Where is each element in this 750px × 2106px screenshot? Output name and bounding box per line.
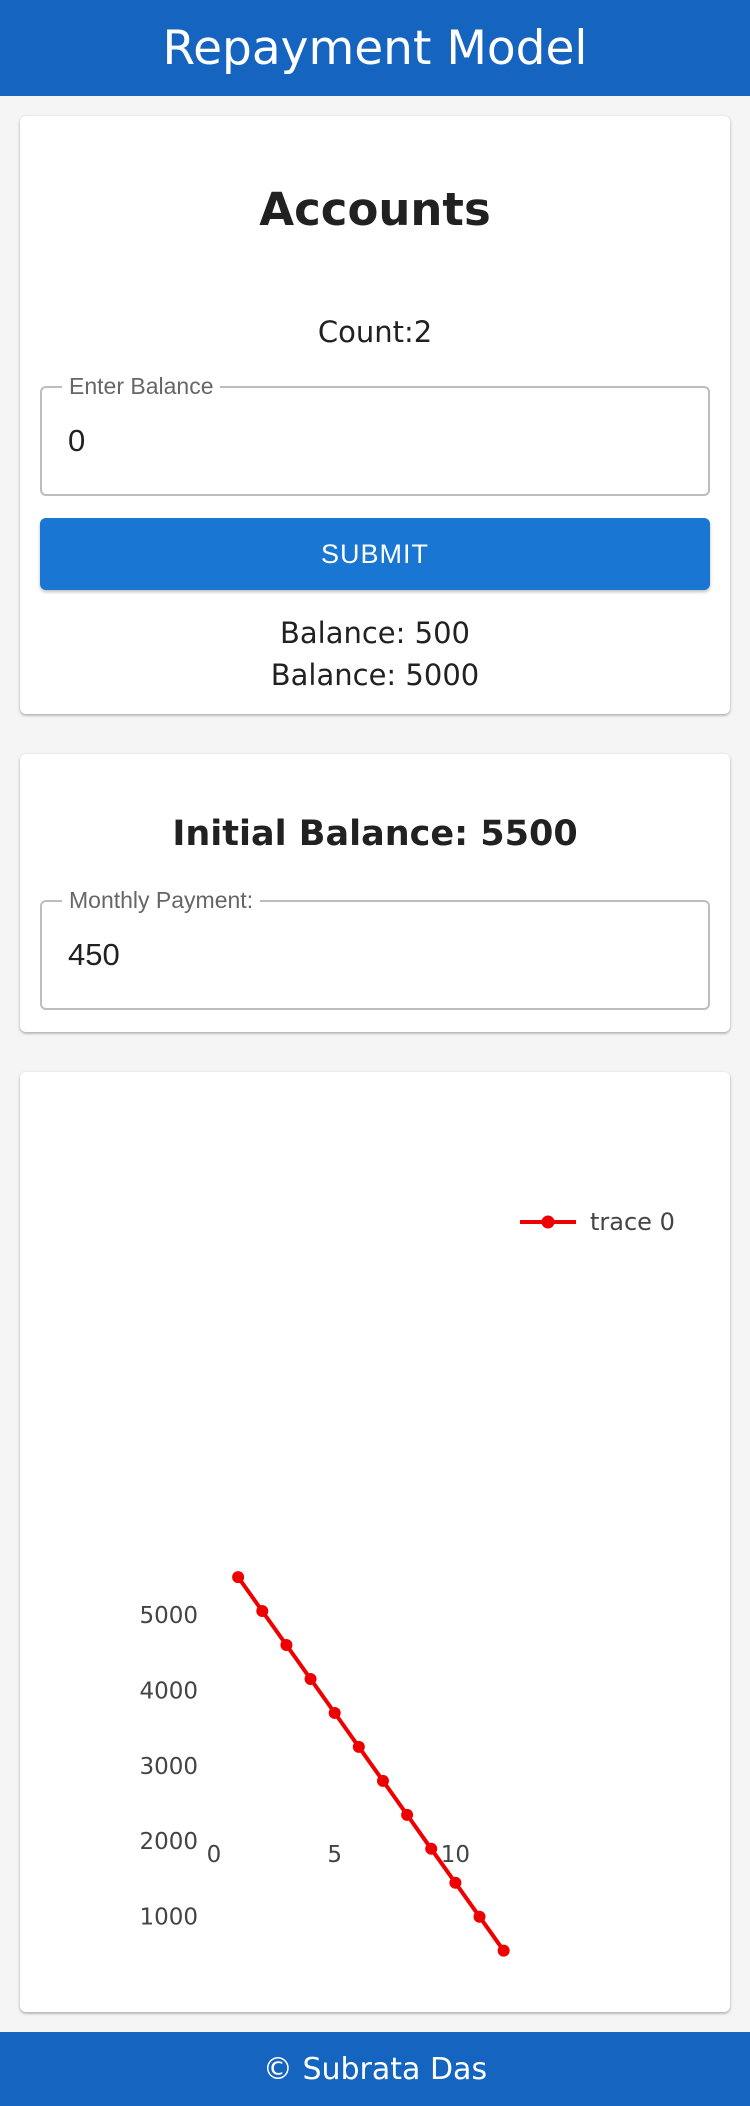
monthly-payment-field[interactable]: Monthly Payment: 450 [40, 887, 710, 1010]
data-point [352, 1740, 365, 1753]
data-point [449, 1876, 462, 1889]
data-point [473, 1910, 486, 1923]
balance-input[interactable]: 0 [68, 388, 85, 494]
y-tick-label: 4000 [139, 1678, 198, 1704]
chart-legend[interactable]: trace 0 [520, 1208, 675, 1236]
app-title: Repayment Model [162, 20, 588, 76]
y-tick-label: 1000 [139, 1905, 198, 1931]
data-point [304, 1672, 317, 1685]
initial-balance-heading: Initial Balance: 5500 [172, 814, 578, 854]
y-tick-label: 2000 [139, 1829, 198, 1855]
data-point [401, 1808, 414, 1821]
monthly-payment-input[interactable]: 450 [68, 902, 120, 1008]
x-tick-label: 0 [207, 1842, 222, 1868]
balance-field-label: Enter Balance [62, 373, 221, 399]
chart-card: 1000 2000 3000 4000 5000 0 5 10 trace 0 [20, 1072, 730, 2012]
data-point [280, 1639, 293, 1652]
y-axis-ticks: 1000 2000 3000 4000 5000 [139, 1603, 198, 1931]
data-point [256, 1605, 269, 1618]
footer: © Subrata Das [0, 2032, 750, 2106]
balance-item: Balance: 500 [279, 616, 470, 650]
balance-list: Balance: 500 Balance: 5000 [20, 612, 730, 696]
data-point [232, 1571, 245, 1584]
repayment-card: Initial Balance: 5500 Monthly Payment: 4… [20, 754, 730, 1032]
series-layer [232, 1571, 510, 1957]
y-tick-label: 5000 [139, 1603, 198, 1629]
accounts-card: Accounts Count:2 Enter Balance 0 SUBMIT … [20, 116, 730, 714]
accounts-title: Accounts [259, 183, 491, 236]
balance-field[interactable]: Enter Balance 0 [40, 373, 710, 496]
app-bar: Repayment Model [0, 0, 750, 96]
data-point [328, 1706, 341, 1719]
account-count: Count:2 [317, 315, 433, 349]
data-point [497, 1944, 510, 1957]
y-tick-label: 3000 [139, 1754, 198, 1780]
x-tick-label: 5 [327, 1842, 342, 1868]
balance-item: Balance: 5000 [270, 658, 480, 692]
series-line [236, 1575, 506, 1952]
data-point [425, 1842, 438, 1855]
submit-button[interactable]: SUBMIT [40, 518, 710, 590]
legend-label: trace 0 [590, 1208, 675, 1236]
x-tick-label: 10 [441, 1842, 470, 1868]
repayment-chart[interactable]: 1000 2000 3000 4000 5000 0 5 10 trace 0 [20, 1072, 730, 2012]
legend-marker [541, 1215, 555, 1229]
footer-text: © Subrata Das [262, 2051, 488, 2087]
data-point [376, 1774, 389, 1787]
